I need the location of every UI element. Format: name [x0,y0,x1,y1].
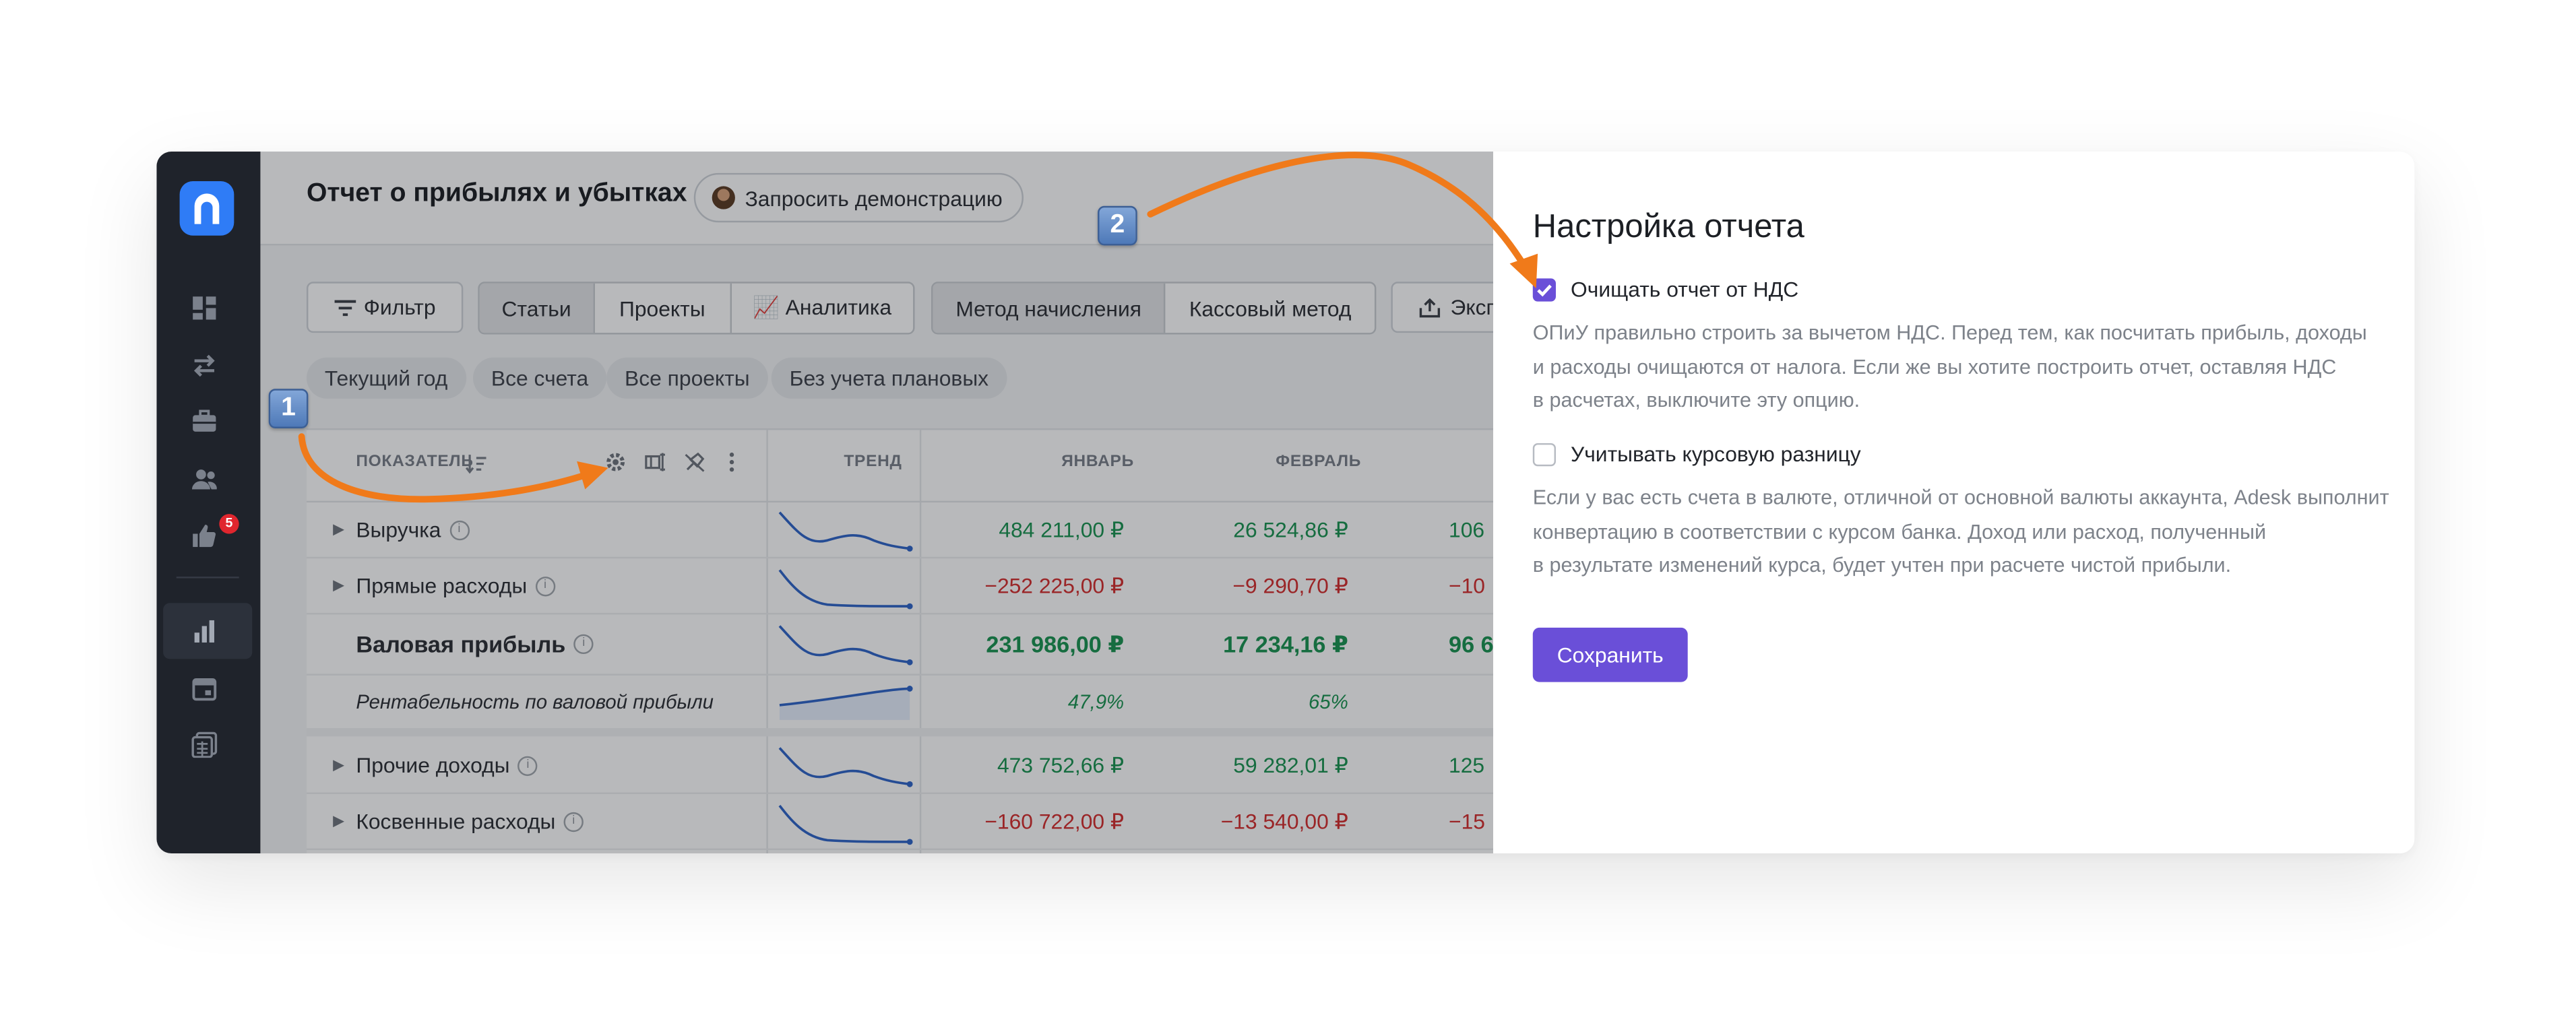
step-marker-2: 2 [1098,205,1137,246]
annotation-arrow-1 [298,433,586,503]
arrowhead-icon [577,461,608,490]
annotation-arrows [298,152,1538,503]
arrowhead-icon [1509,253,1538,289]
annotation-arrow-2 [1147,152,1526,267]
step-marker-1: 1 [268,389,309,428]
